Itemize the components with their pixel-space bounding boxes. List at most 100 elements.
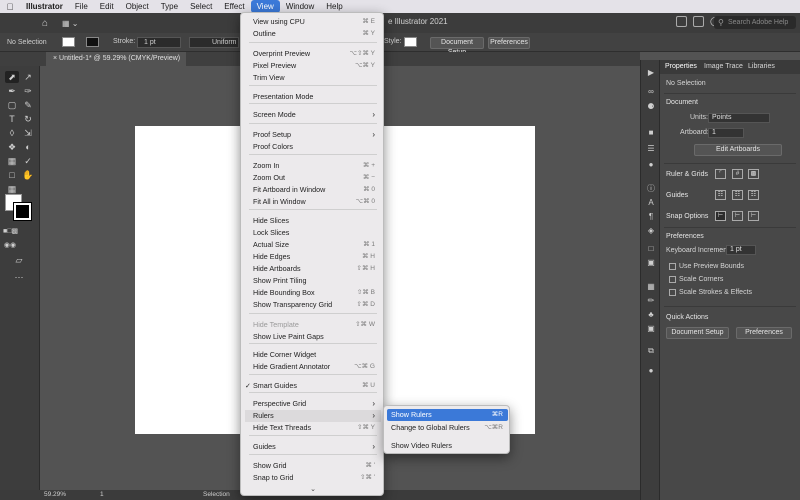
document-setup-button[interactable]: Document Setup: [430, 37, 484, 56]
view-menu-item-lock-slices[interactable]: Lock Slices: [245, 227, 381, 239]
rotate-tool-icon[interactable]: ↻: [21, 113, 35, 125]
view-menu-item-hide-template[interactable]: Hide Template ⇧⌘ W: [245, 319, 381, 331]
shape-builder-tool-icon[interactable]: ◐: [21, 141, 35, 153]
view-menu-item-proof-setup[interactable]: Proof Setup ›: [245, 129, 381, 141]
view-menu-item-hide-artboards[interactable]: Hide Artboards ⇧⌘ H: [245, 263, 381, 275]
zoom-level[interactable]: 59.29%: [44, 490, 66, 500]
arrange-documents-icon[interactable]: [676, 16, 687, 27]
stroke-swatch[interactable]: [86, 37, 99, 47]
scroll-down-arrow[interactable]: ⌄: [301, 485, 325, 493]
stroke-weight-field[interactable]: 1 pt: [137, 37, 181, 48]
eraser-tool-icon[interactable]: ◊: [5, 127, 19, 139]
home-icon[interactable]: ⌂: [42, 18, 54, 29]
view-menu-item-fit-all-in-window[interactable]: Fit All in Window ⌥⌘ 0: [245, 196, 381, 208]
quick-document-setup-button[interactable]: Document Setup: [666, 327, 729, 339]
view-menu-item-zoom-in[interactable]: Zoom In ⌘ +: [245, 160, 381, 172]
view-menu-item-screen-mode[interactable]: Screen Mode ›: [245, 109, 381, 121]
tab-libraries[interactable]: Libraries: [748, 63, 775, 70]
use-preview-bounds-checkbox[interactable]: [669, 263, 676, 270]
preferences-button[interactable]: Preferences: [488, 37, 530, 49]
tab-properties[interactable]: Properties: [665, 63, 697, 70]
menu-select[interactable]: Select: [184, 0, 218, 13]
rectangle-tool-icon[interactable]: ▢: [5, 99, 19, 111]
edit-artboards-button[interactable]: Edit Artboards: [694, 144, 782, 156]
appearance-icon[interactable]: ●: [645, 366, 657, 376]
view-menu-item-hide-edges[interactable]: Hide Edges ⌘ H: [245, 251, 381, 263]
close-icon[interactable]: ×: [53, 55, 57, 62]
view-menu-item-perspective-grid[interactable]: Perspective Grid ›: [245, 398, 381, 410]
variable-width-profile[interactable]: Uniform: [189, 37, 239, 48]
view-menu-item-presentation-mode[interactable]: Presentation Mode: [245, 91, 381, 103]
snap-to-point-icon[interactable]: ⊢: [715, 211, 726, 221]
menu-edit[interactable]: Edit: [94, 0, 120, 13]
more-tools-icon[interactable]: ⋯: [12, 271, 26, 283]
pathfinder-icon[interactable]: ●: [645, 160, 657, 170]
fill-swatch[interactable]: [62, 37, 75, 47]
color-mode-icon[interactable]: ■□▩: [3, 226, 18, 238]
paintbrush-tool-icon[interactable]: ✎: [21, 99, 35, 111]
menu-object[interactable]: Object: [120, 0, 155, 13]
info-icon[interactable]: ⓘ: [645, 184, 657, 194]
paragraph-icon[interactable]: ¶: [645, 212, 657, 222]
show-guides-icon[interactable]: ☷: [715, 190, 726, 200]
artboards-panel-icon[interactable]: □: [645, 244, 657, 254]
view-menu-item-show-grid[interactable]: Show Grid ⌘ ': [245, 460, 381, 472]
smart-guides-icon[interactable]: ☷: [748, 190, 759, 200]
transparency-grid-icon[interactable]: ▩: [748, 169, 759, 179]
view-menu-item-zoom-out[interactable]: Zoom Out ⌘ −: [245, 172, 381, 184]
selection-tool-icon[interactable]: ⬈: [5, 71, 19, 83]
view-menu-item-snap-to-grid[interactable]: Snap to Grid ⇧⌘ ': [245, 472, 381, 484]
graphic-style-swatch[interactable]: [404, 37, 417, 47]
rulers-item-show-rulers[interactable]: Show Rulers ⌘R: [387, 409, 508, 421]
menu-type[interactable]: Type: [155, 0, 184, 13]
current-tool-status[interactable]: Selection: [203, 490, 230, 500]
rulers-item-show-video-rulers[interactable]: Show Video Rulers: [387, 440, 508, 452]
view-menu-item-show-transparency-grid[interactable]: Show Transparency Grid ⇧⌘ D: [245, 299, 381, 311]
view-menu-item-show-live-paint-gaps[interactable]: Show Live Paint Gaps: [245, 331, 381, 343]
view-menu-item-rulers[interactable]: Rulers ›: [245, 410, 381, 422]
artboard-tool-icon[interactable]: □: [5, 169, 19, 181]
view-menu-item-actual-size[interactable]: Actual Size ⌘ 1: [245, 239, 381, 251]
quick-preferences-button[interactable]: Preferences: [736, 327, 792, 339]
view-menu-item-fit-artboard-in-window[interactable]: Fit Artboard in Window ⌘ 0: [245, 184, 381, 196]
snap-to-glyph-icon[interactable]: ⊢: [748, 211, 759, 221]
stroke-color-box[interactable]: [13, 202, 32, 221]
curvature-tool-icon[interactable]: ✑: [21, 85, 35, 97]
keyboard-increment-field[interactable]: 1 pt: [726, 245, 756, 255]
layers-icon[interactable]: ◈: [645, 226, 657, 236]
brushes-icon[interactable]: ✏: [645, 296, 657, 306]
scale-strokes-checkbox[interactable]: [669, 289, 676, 296]
help-search-input[interactable]: ⚲ Search Adobe Help: [714, 16, 796, 29]
view-menu-item-hide-bounding-box[interactable]: Hide Bounding Box ⇧⌘ B: [245, 287, 381, 299]
menu-file[interactable]: File: [69, 0, 94, 13]
view-menu-item-hide-text-threads[interactable]: Hide Text Threads ⇧⌘ Y: [245, 422, 381, 434]
menu-illustrator[interactable]: Illustrator: [20, 0, 69, 13]
view-menu-item-hide-slices[interactable]: Hide Slices: [245, 215, 381, 227]
character-icon[interactable]: A: [645, 198, 657, 208]
hand-tool-icon[interactable]: ✋: [21, 169, 35, 181]
puppet-icon[interactable]: ⚈: [645, 102, 657, 112]
view-menu-item-proof-colors[interactable]: Proof Colors: [245, 141, 381, 153]
asset-export-icon[interactable]: ▣: [645, 258, 657, 268]
view-menu-item-guides[interactable]: Guides ›: [245, 441, 381, 453]
lock-guides-icon[interactable]: ☷: [732, 190, 743, 200]
graphic-styles-icon[interactable]: ▣: [645, 324, 657, 334]
view-menu-item-view-using-cpu[interactable]: View using CPU ⌘ E: [245, 16, 381, 28]
units-select[interactable]: Points: [708, 113, 770, 123]
play-icon[interactable]: ▶: [645, 68, 657, 78]
scale-corners-checkbox[interactable]: [669, 276, 676, 283]
symbols-icon[interactable]: ♣: [645, 310, 657, 320]
direct-selection-tool-icon[interactable]: ↗: [21, 71, 35, 83]
view-menu-item-outline[interactable]: Outline ⌘ Y: [245, 28, 381, 40]
swatches-icon[interactable]: ▦: [645, 282, 657, 292]
snap-to-pixel-icon[interactable]: ⊢: [732, 211, 743, 221]
apple-icon[interactable]: : [0, 2, 20, 12]
grid-icon[interactable]: #: [732, 169, 743, 179]
view-menu-item-hide-corner-widget[interactable]: Hide Corner Widget: [245, 349, 381, 361]
align-icon[interactable]: ☰: [645, 144, 657, 154]
view-menu-item-smart-guides[interactable]: ✓ Smart Guides ⌘ U: [245, 380, 381, 392]
draw-mode-icon[interactable]: ◉◉: [3, 240, 17, 252]
view-menu-item-pixel-preview[interactable]: Pixel Preview ⌥⌘ Y: [245, 60, 381, 72]
view-menu-item-trim-view[interactable]: Trim View: [245, 72, 381, 84]
document-tab[interactable]: × Untitled-1* @ 59.29% (CMYK/Preview): [46, 52, 186, 66]
